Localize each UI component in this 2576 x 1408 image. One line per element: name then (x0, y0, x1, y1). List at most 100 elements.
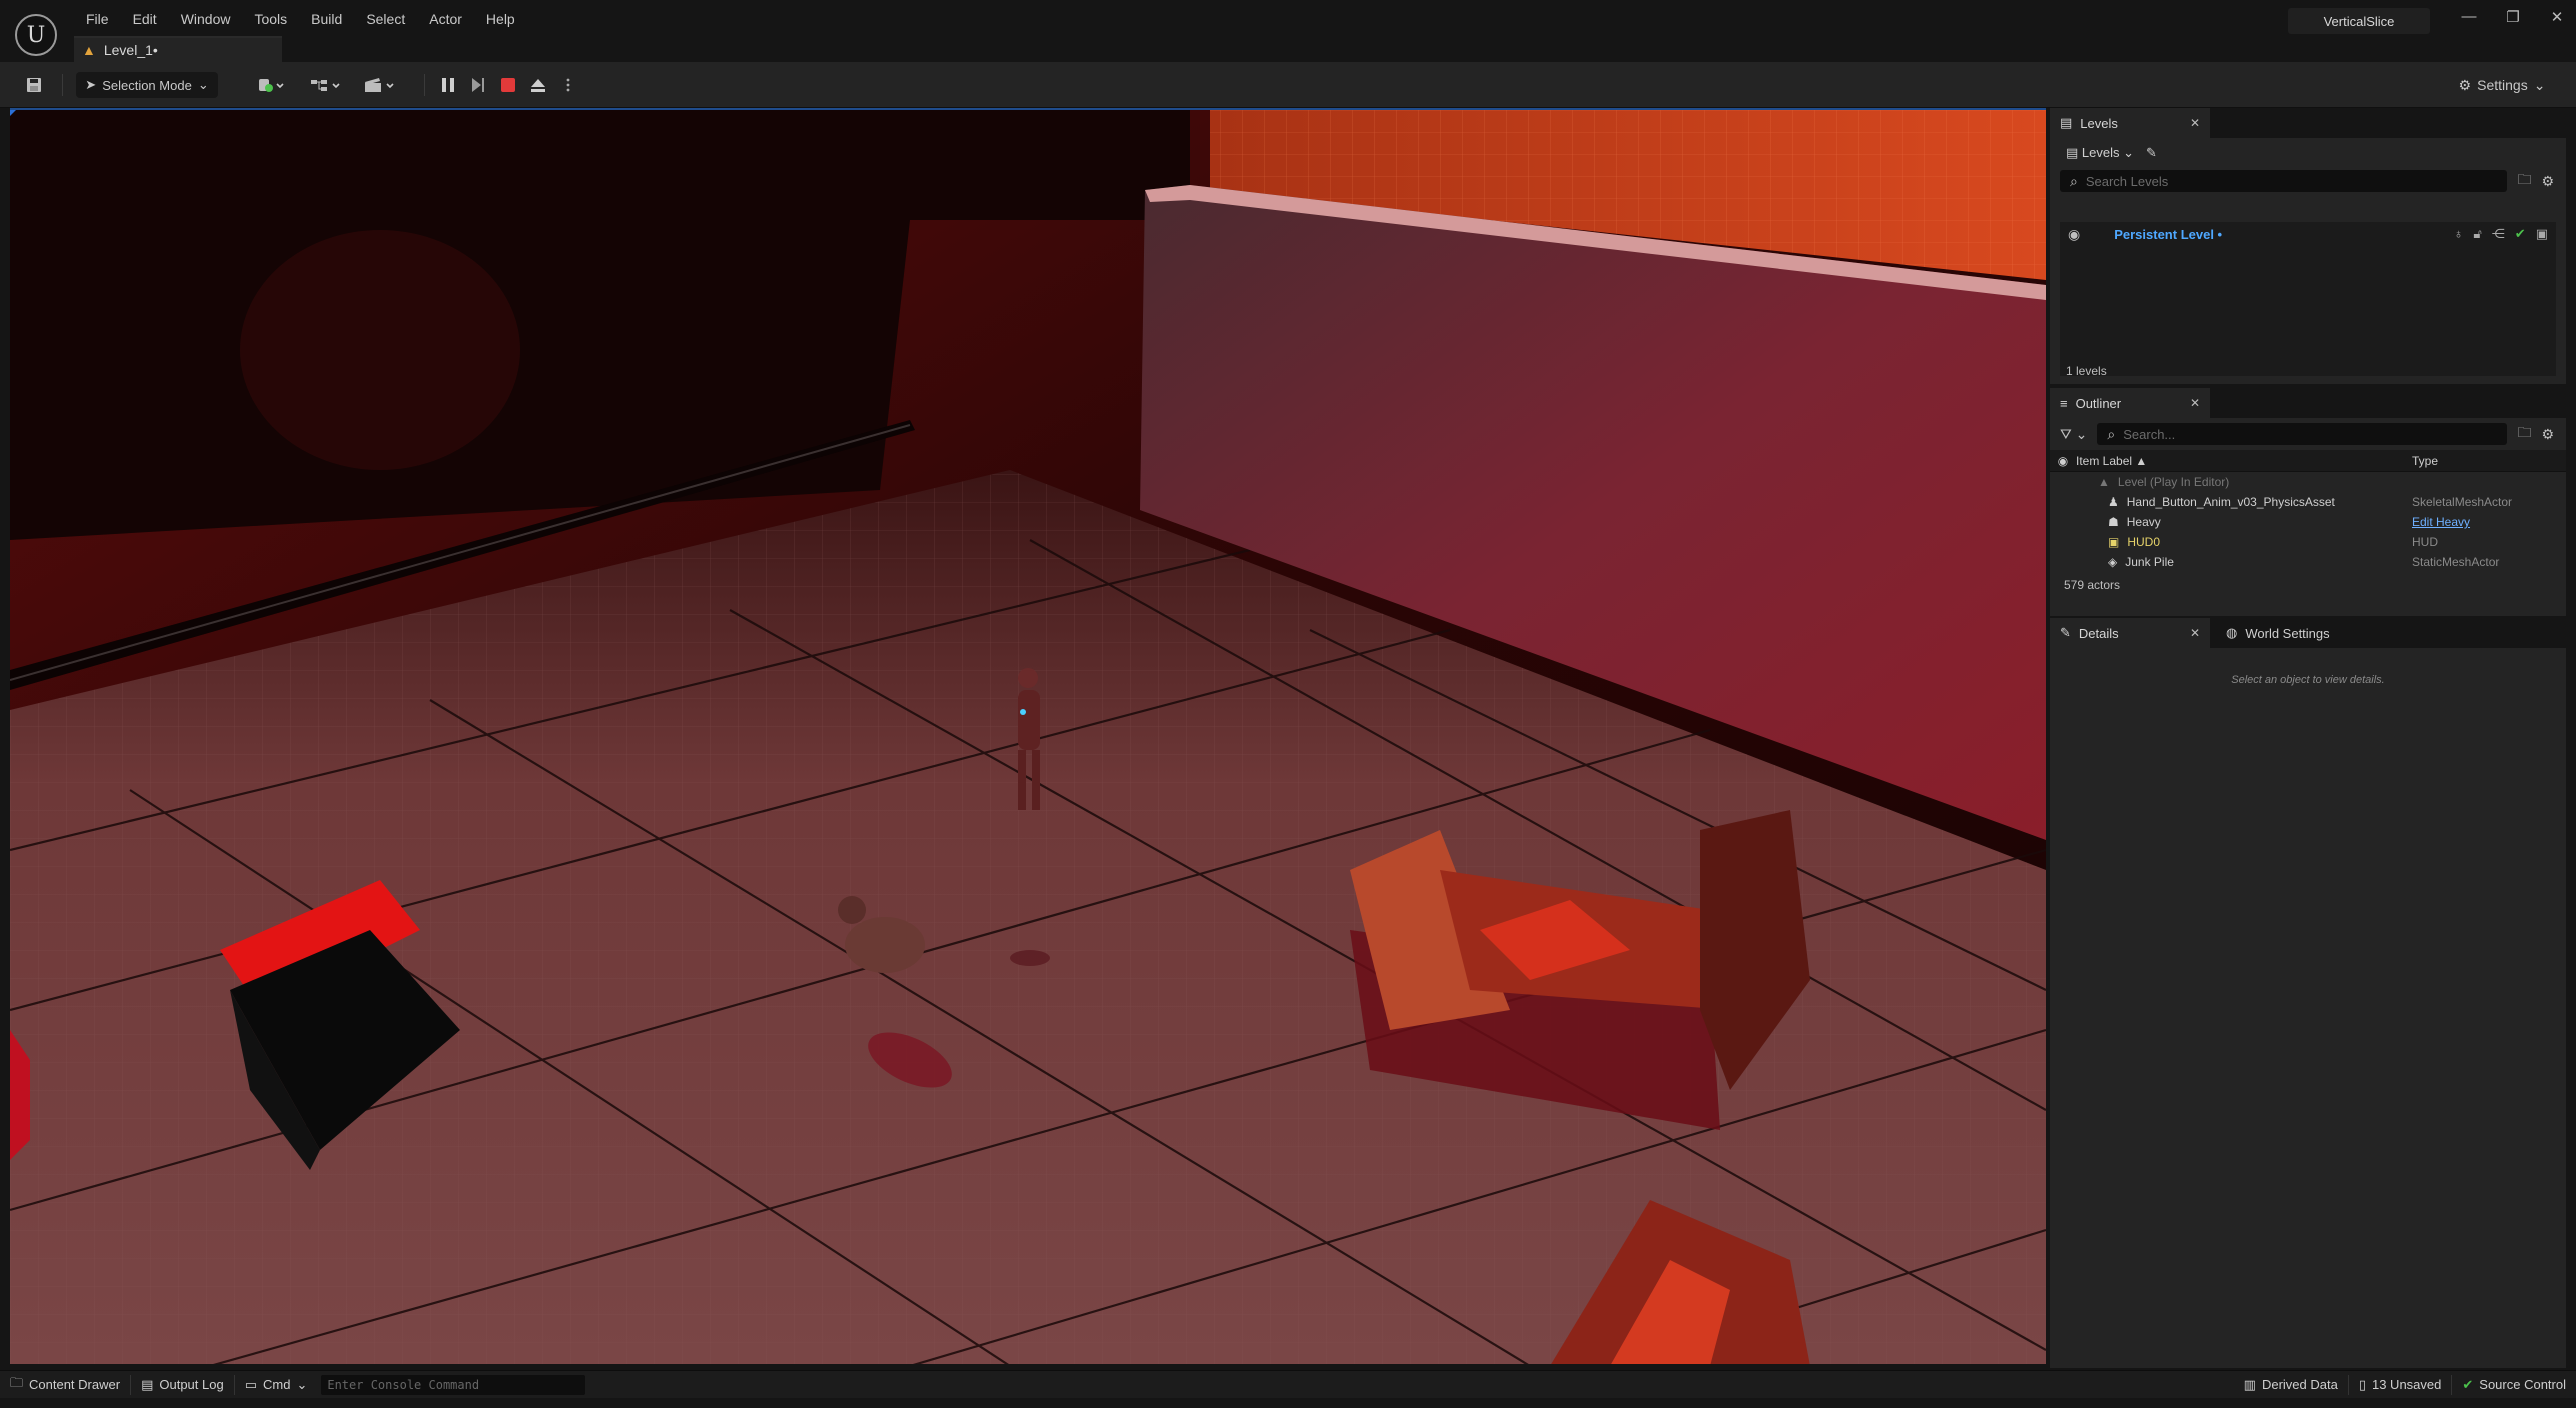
eye-icon[interactable]: ◉ (2068, 226, 2080, 243)
output-log-button[interactable]: ▤ Output Log (131, 1371, 234, 1399)
project-name: VerticalSlice (2288, 8, 2430, 34)
details-tab-label: Details (2078, 625, 2119, 641)
save-level-icon[interactable]: ▣ (2536, 226, 2548, 242)
content-drawer-button[interactable]: 🗀 Content Drawer (0, 1371, 130, 1399)
table-row[interactable]: ▲ Level (Play In Editor) (2050, 472, 2566, 492)
window-controls: — ❐ ✕ (2460, 8, 2566, 26)
minimize-icon[interactable]: — (2460, 8, 2478, 26)
lightbulb-icon[interactable]: ♁ (2454, 226, 2464, 242)
level-document-tab[interactable]: ▲ Level_1• (74, 36, 282, 62)
menu-actor[interactable]: Actor (417, 8, 474, 30)
frame-skip-button[interactable] (466, 73, 490, 97)
cmd-dropdown[interactable]: ▭ Cmd ⌄ (235, 1371, 318, 1399)
type-column[interactable]: Type (2412, 454, 2438, 468)
details-tabbar: ✎ Details ✕ ◍ World Settings (2050, 618, 2566, 648)
eject-button[interactable] (526, 73, 550, 97)
levels-dropdown[interactable]: ▤ Levels ⌄ (2066, 145, 2134, 161)
database-icon: ▥ (2243, 1376, 2256, 1392)
levels-toolbar: ▤ Levels ⌄ ✎ (2050, 138, 2566, 168)
persistent-level-label: Persistent Level • (2114, 226, 2223, 242)
folder-icon: 🗀 (10, 1374, 24, 1390)
unsaved-button[interactable]: ▯ 13 Unsaved (2349, 1371, 2452, 1399)
derived-data-button[interactable]: ▥ Derived Data (2234, 1371, 2348, 1399)
details-tab[interactable]: ✎ Details ✕ (2050, 618, 2210, 648)
restore-icon[interactable]: ❐ (2504, 8, 2522, 26)
menu-build[interactable]: Build (299, 8, 354, 30)
eye-icon[interactable]: ◉ (2050, 454, 2076, 468)
outliner-search-row: ⛛ ⌄ ⌕ Search... 🗀 ⚙ (2050, 418, 2566, 450)
save-icon (27, 78, 41, 92)
add-folder-icon[interactable]: 🗀 (2517, 422, 2531, 446)
close-icon[interactable]: ✕ (2190, 396, 2200, 410)
level-viewport[interactable] (10, 108, 2046, 1364)
selection-mode-dropdown[interactable]: ➤ Selection Mode ⌄ (76, 72, 218, 98)
unreal-logo-icon[interactable]: U (15, 14, 57, 56)
outliner-tab-label: Outliner (2075, 395, 2122, 411)
table-row[interactable]: ◈ Junk Pile StaticMeshActor (2050, 552, 2566, 572)
settings-dropdown[interactable]: ⚙ Settings ⌄ (2452, 72, 2552, 98)
menu-edit[interactable]: Edit (121, 8, 169, 30)
menu-file[interactable]: File (74, 8, 121, 30)
details-panel: ✎ Details ✕ ◍ World Settings Select an o… (2050, 618, 2566, 1368)
levels-tabbar: ▤ Levels ✕ (2050, 108, 2566, 138)
world-settings-tab[interactable]: ◍ World Settings (2214, 618, 2364, 648)
unsaved-label: 13 Unsaved (2371, 1377, 2442, 1392)
menu-help[interactable]: Help (474, 8, 527, 30)
menu-select[interactable]: Select (354, 8, 417, 30)
status-right: ▥ Derived Data ▯ 13 Unsaved ✔ Source Con… (2234, 1371, 2576, 1399)
levels-tab[interactable]: ▤ Levels ✕ (2050, 108, 2210, 138)
gear-icon[interactable]: ⚙ (2541, 426, 2554, 443)
pencil-icon: ✎ (2060, 625, 2071, 640)
details-body: Select an object to view details. (2050, 648, 2566, 1368)
console-placeholder: Enter Console Command (327, 1377, 480, 1392)
add-actor-icon (259, 79, 284, 92)
frame-skip-icon (472, 78, 484, 92)
outliner-row-label: Level (Play In Editor) (2117, 475, 2230, 489)
edit-heavy-link[interactable]: Edit Heavy (2412, 515, 2470, 529)
item-label-column[interactable]: Item Label ▲ (2076, 454, 2412, 468)
gear-icon[interactable]: ⚙ (2541, 173, 2554, 190)
paint-brush-icon[interactable]: ✎ (2146, 145, 2157, 161)
add-folder-icon[interactable]: 🗀 (2517, 169, 2531, 193)
table-row[interactable]: ☗ Heavy Edit Heavy (2050, 512, 2566, 532)
title-bar: U File Edit Window Tools Build Select Ac… (0, 0, 2576, 62)
cursor-icon: ➤ (85, 77, 97, 92)
main-toolbar: ➤ Selection Mode ⌄ ⚙ Settings ⌄ (0, 62, 2576, 108)
outliner-tab[interactable]: ≡ Outliner ✕ (2050, 388, 2210, 418)
console-command-input[interactable]: Enter Console Command (321, 1374, 586, 1395)
checkmark-icon[interactable]: ✔ (2515, 226, 2526, 242)
levels-count: 1 levels (2066, 364, 2107, 378)
check-circle-icon: ✔ (2462, 1376, 2474, 1392)
play-options-button[interactable] (556, 73, 580, 97)
table-row[interactable]: ♟ Hand_Button_Anim_v03_PhysicsAsset Skele… (2050, 492, 2566, 512)
outliner-body: ⛛ ⌄ ⌕ Search... 🗀 ⚙ ◉ Item Label ▲ Type … (2050, 418, 2566, 616)
outliner-icon: ≡ (2060, 395, 2068, 411)
pause-button[interactable] (436, 73, 460, 97)
menu-tools[interactable]: Tools (242, 8, 299, 30)
outliner-search-input[interactable]: ⌕ Search... (2097, 423, 2508, 445)
outliner-panel: ≡ Outliner ✕ ⛛ ⌄ ⌕ Search... 🗀 ⚙ ◉ Item … (2050, 388, 2566, 616)
more-options-icon (566, 78, 570, 92)
save-button[interactable] (20, 72, 48, 98)
blueprints-button[interactable] (306, 72, 346, 98)
list-item[interactable]: ◉ Persistent Level • ♁ 🔓︎ ⋲ ✔ ▣ (2060, 222, 2556, 246)
skeletal-mesh-icon: ♟ (2108, 495, 2119, 509)
lock-icon[interactable]: 🔓︎ (2473, 226, 2481, 242)
close-icon[interactable]: ✕ (2190, 116, 2200, 130)
stop-button[interactable] (496, 73, 520, 97)
close-icon[interactable]: ✕ (2548, 8, 2566, 26)
filter-icon[interactable]: ⛛ ⌄ (2060, 426, 2087, 443)
levels-search-input[interactable]: ⌕ Search Levels (2060, 170, 2508, 192)
quick-add-button[interactable] (252, 72, 292, 98)
outliner-row-label: Heavy (2126, 515, 2161, 529)
menu-window[interactable]: Window (169, 8, 243, 30)
streaming-icon[interactable]: ⋲ (2492, 226, 2505, 242)
cinematics-button[interactable] (360, 72, 400, 98)
table-row[interactable]: ▣ HUD0 HUD (2050, 532, 2566, 552)
character-icon: ☗ (2108, 515, 2119, 529)
outliner-row-type: HUD (2412, 535, 2438, 549)
source-control-button[interactable]: ✔ Source Control (2452, 1371, 2576, 1399)
globe-icon: ◍ (2226, 625, 2238, 640)
source-control-label: Source Control (2479, 1377, 2566, 1392)
close-icon[interactable]: ✕ (2190, 626, 2200, 640)
